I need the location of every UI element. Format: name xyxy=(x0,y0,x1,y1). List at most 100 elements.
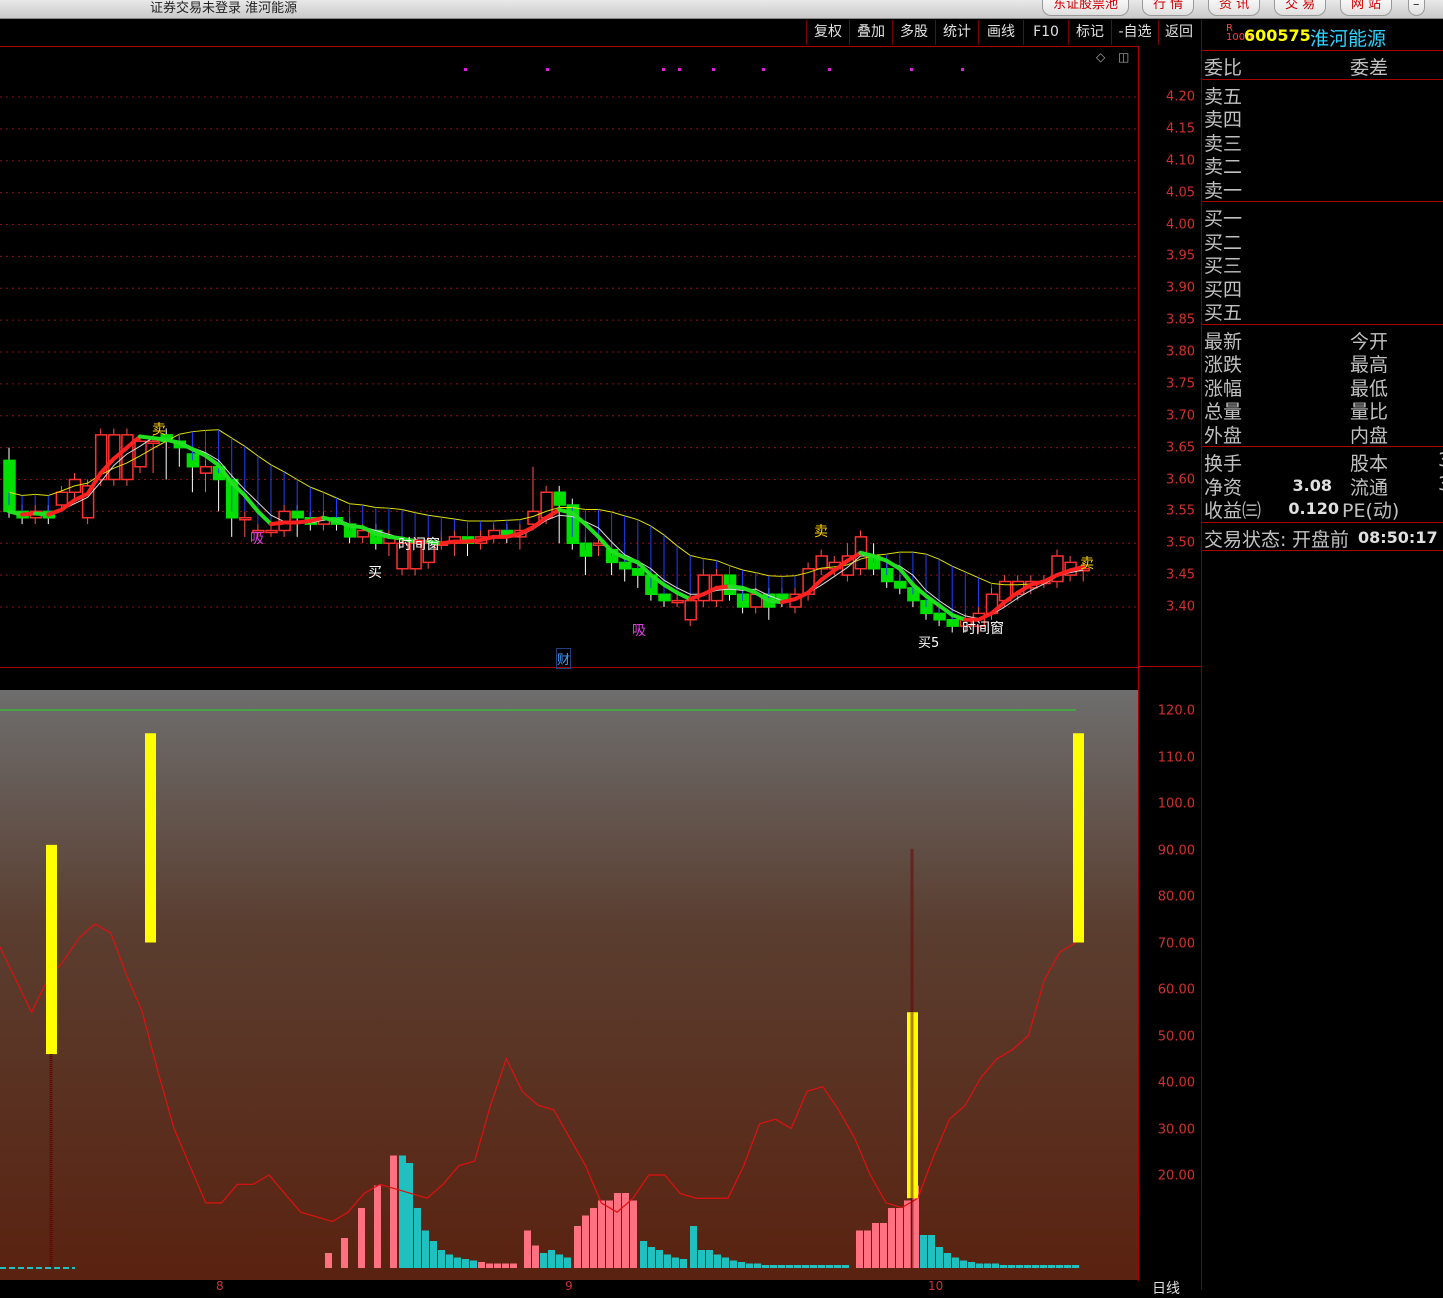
website-button[interactable]: 网 站 xyxy=(1340,0,1393,16)
stock-name: 淮河能源 xyxy=(1310,28,1387,50)
trade-status-label: 交易状态: xyxy=(1204,528,1287,551)
diamond-icon[interactable]: ◇ xyxy=(1096,50,1105,64)
volume-bar xyxy=(574,1226,581,1268)
sell-level: 卖一 xyxy=(1204,179,1243,202)
trade-button[interactable]: 交 易 xyxy=(1274,0,1327,16)
candle-body xyxy=(147,440,160,444)
price-tick: 3.90 xyxy=(1166,280,1195,296)
buy-levels: 买一 买二 买三 买四 买五 xyxy=(1202,202,1443,325)
indicator-chart[interactable] xyxy=(0,690,1138,1280)
candle-body xyxy=(553,491,566,506)
trend-line-segment xyxy=(46,507,64,517)
candle-body xyxy=(684,599,697,621)
buy-level: 买五 xyxy=(1204,302,1243,324)
price-chart[interactable] xyxy=(0,46,1138,666)
price-tick: 3.65 xyxy=(1166,440,1195,456)
trend-line-segment xyxy=(334,518,352,528)
volume-bar xyxy=(374,1185,381,1268)
panel-toggle-icon[interactable]: ◫ xyxy=(1118,50,1129,64)
quote-panel: R 1000 600575 淮河能源 委比 委差 卖五 卖四 卖三 卖二 卖一 买一… xyxy=(1201,20,1443,1290)
signal-dot xyxy=(961,68,964,71)
signal-dot xyxy=(910,68,913,71)
volume-bar xyxy=(834,1265,841,1268)
indicator-tick: 90.00 xyxy=(1157,843,1195,858)
indicator-tick: 60.00 xyxy=(1157,982,1195,998)
stock-code: 600575 xyxy=(1244,26,1311,45)
sell-signal-label: 卖 xyxy=(152,422,166,438)
volume-bar xyxy=(672,1257,679,1268)
fund-label: 收益㈢ xyxy=(1204,500,1262,522)
volume-bar xyxy=(888,1208,895,1268)
volume-bar xyxy=(446,1254,453,1268)
price-tick: 3.85 xyxy=(1166,312,1195,328)
volume-bar xyxy=(1048,1265,1055,1268)
date-label: 10 xyxy=(928,1279,944,1293)
signal-dot xyxy=(678,68,681,71)
volume-bar xyxy=(896,1208,903,1268)
volume-bar xyxy=(738,1262,745,1268)
quote-header: R 1000 600575 淮河能源 xyxy=(1202,20,1443,51)
volume-bar xyxy=(1032,1265,1039,1268)
f10-button[interactable]: F10 xyxy=(1023,20,1068,45)
volume-bar xyxy=(390,1155,397,1268)
price-tick: 3.45 xyxy=(1166,567,1195,583)
multi-stock-button[interactable]: 多股 xyxy=(892,20,935,45)
statistics-button[interactable]: 统计 xyxy=(935,20,978,45)
indicator-tick: 40.00 xyxy=(1157,1075,1195,1091)
sell-levels: 卖五 卖四 卖三 卖二 卖一 xyxy=(1202,80,1443,202)
volume-bar xyxy=(341,1238,348,1268)
price-tick: 3.40 xyxy=(1166,599,1195,615)
volume-bar xyxy=(856,1230,863,1268)
volume-bar xyxy=(630,1200,637,1268)
stat-label: 内盘 xyxy=(1350,424,1389,447)
volume-bar xyxy=(1008,1265,1015,1268)
volume-bar xyxy=(414,1208,421,1268)
market-button[interactable]: 行 情 xyxy=(1142,0,1195,16)
draw-line-button[interactable]: 画线 xyxy=(978,20,1023,45)
signal-dot xyxy=(828,68,831,71)
fund-value: 0.120 xyxy=(1288,499,1339,518)
volume-bar xyxy=(904,1200,911,1268)
finance-label[interactable]: 财 xyxy=(556,648,572,669)
news-button[interactable]: 资 讯 xyxy=(1208,0,1261,16)
back-button[interactable]: 返回 xyxy=(1158,20,1199,45)
candle-body xyxy=(671,599,684,604)
volume-bar xyxy=(920,1235,927,1268)
volume-bar xyxy=(730,1260,737,1268)
volume-bar xyxy=(486,1263,493,1268)
remove-favorite-button[interactable]: -自选 xyxy=(1111,20,1158,45)
period-label[interactable]: 日线 xyxy=(1152,1278,1180,1298)
title-bar: 证券交易未登录 淮河能源 东证股票池 行 情 资 讯 交 易 网 站 – xyxy=(0,0,1443,19)
overlay-button[interactable]: 叠加 xyxy=(849,20,892,45)
order-ratio-label: 委比 xyxy=(1204,57,1243,79)
volume-bar xyxy=(564,1257,571,1268)
signal-dot xyxy=(464,68,467,71)
sell-signal-label: 卖 xyxy=(814,524,828,540)
volume-bar xyxy=(1000,1265,1007,1268)
volume-bar xyxy=(802,1265,809,1268)
mark-button[interactable]: 标记 xyxy=(1068,20,1111,45)
candle-body xyxy=(658,593,671,602)
price-tick: 3.55 xyxy=(1166,503,1195,519)
volume-bar xyxy=(786,1265,793,1268)
signal-dot xyxy=(662,68,665,71)
order-ratio-row: 委比 委差 xyxy=(1202,51,1443,80)
candle-body xyxy=(946,619,959,627)
signal-bar xyxy=(46,844,57,1055)
price-tick: 3.70 xyxy=(1166,408,1195,424)
volume-bar xyxy=(698,1250,705,1268)
stock-pool-button[interactable]: 东证股票池 xyxy=(1042,0,1130,16)
indicator-tick: 50.00 xyxy=(1157,1029,1195,1044)
volume-bar xyxy=(818,1265,825,1268)
volume-bar xyxy=(358,1208,365,1268)
volume-bar xyxy=(399,1155,406,1268)
volume-bar xyxy=(1064,1265,1071,1268)
volume-bar xyxy=(842,1265,849,1268)
price-tick: 3.60 xyxy=(1166,472,1195,487)
minimize-icon[interactable]: – xyxy=(1408,0,1425,16)
volume-bar xyxy=(524,1230,531,1268)
candle-body xyxy=(894,580,907,589)
rights-adjust-button[interactable]: 复权 xyxy=(806,20,849,45)
volume-bar xyxy=(614,1193,621,1268)
volume-bar xyxy=(532,1245,539,1268)
